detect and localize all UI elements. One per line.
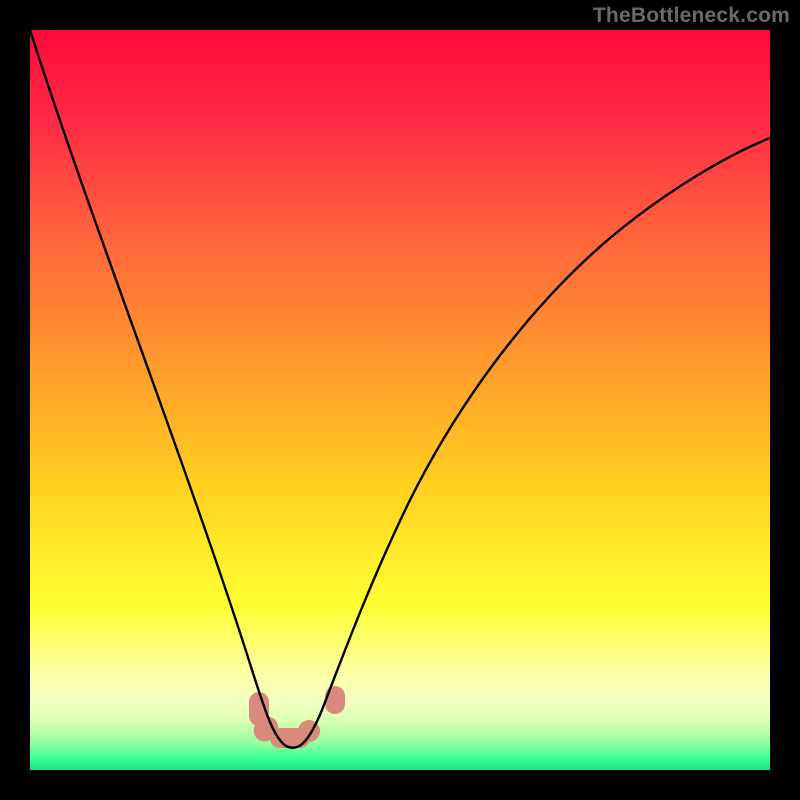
bottleneck-curve: [30, 30, 770, 770]
plot-area: [30, 30, 770, 770]
chart-frame: TheBottleneck.com: [0, 0, 800, 800]
watermark-text: TheBottleneck.com: [593, 4, 790, 28]
